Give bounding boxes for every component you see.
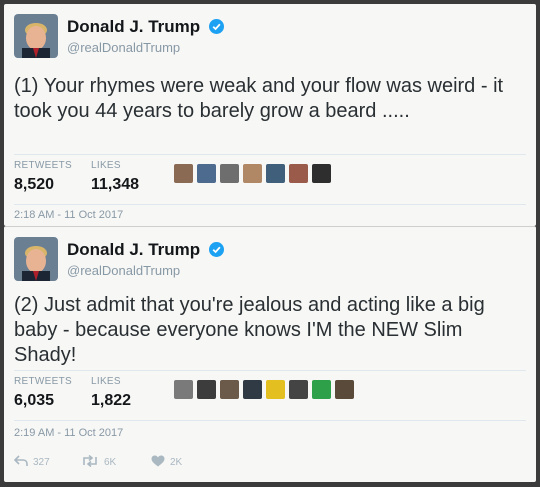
timestamp[interactable]: 2:18 AM - 11 Oct 2017 <box>14 209 123 221</box>
liker-avatar[interactable] <box>220 164 239 183</box>
avatar[interactable] <box>14 14 58 58</box>
liker-avatar[interactable] <box>312 164 331 183</box>
reply-icon <box>13 455 28 470</box>
retweets-value: 6,035 <box>14 392 55 409</box>
retweet-count[interactable]: RETWEETS 8,520 <box>14 160 72 194</box>
retweets-label: RETWEETS <box>14 376 72 387</box>
retweet-count[interactable]: RETWEETS 6,035 <box>14 376 72 410</box>
display-name-text: Donald J. Trump <box>67 240 201 259</box>
liker-avatar[interactable] <box>335 380 354 399</box>
tweet-1: Donald J. Trump @realDonaldTrump (1) You… <box>4 4 536 226</box>
liker-avatar[interactable] <box>197 380 216 399</box>
tweet-text: (2) Just admit that you're jealous and a… <box>14 294 485 366</box>
verified-badge-icon <box>208 19 224 39</box>
tweet-2: Donald J. Trump @realDonaldTrump (2) Jus… <box>4 226 536 482</box>
reply-count: 327 <box>33 457 50 468</box>
user-handle[interactable]: @realDonaldTrump <box>67 263 180 278</box>
liker-avatar[interactable] <box>289 164 308 183</box>
liker-avatar[interactable] <box>197 164 216 183</box>
retweet-action-count: 6K <box>104 457 117 468</box>
liker-avatar[interactable] <box>289 380 308 399</box>
likes-label: LIKES <box>91 160 121 171</box>
liker-avatars <box>174 380 358 399</box>
user-handle[interactable]: @realDonaldTrump <box>67 40 180 55</box>
liker-avatar[interactable] <box>243 164 262 183</box>
screenshot-frame: Donald J. Trump @realDonaldTrump (1) You… <box>0 0 540 487</box>
divider <box>14 204 526 205</box>
divider <box>14 420 526 421</box>
like-count[interactable]: LIKES 11,348 <box>91 160 139 194</box>
reply-button[interactable]: 327 <box>13 455 50 470</box>
divider <box>14 370 526 371</box>
heart-icon <box>151 455 165 470</box>
liker-avatar[interactable] <box>174 164 193 183</box>
tweet-text: (1) Your rhymes were weak and your flow … <box>14 75 504 122</box>
like-button[interactable]: 2K <box>151 455 182 470</box>
liker-avatars <box>174 164 335 183</box>
retweets-value: 8,520 <box>14 176 55 193</box>
retweet-icon <box>81 454 99 470</box>
liker-avatar[interactable] <box>174 380 193 399</box>
verified-badge-icon <box>208 242 224 262</box>
display-name[interactable]: Donald J. Trump <box>67 240 224 262</box>
like-count[interactable]: LIKES 1,822 <box>91 376 131 410</box>
divider <box>14 154 526 155</box>
liker-avatar[interactable] <box>220 380 239 399</box>
display-name-text: Donald J. Trump <box>67 17 201 36</box>
liker-avatar[interactable] <box>312 380 331 399</box>
likes-value: 1,822 <box>91 392 132 409</box>
liker-avatar[interactable] <box>266 164 285 183</box>
avatar[interactable] <box>14 237 58 281</box>
liker-avatar[interactable] <box>243 380 262 399</box>
likes-value: 11,348 <box>91 176 140 193</box>
liker-avatar[interactable] <box>266 380 285 399</box>
display-name[interactable]: Donald J. Trump <box>67 17 224 39</box>
likes-label: LIKES <box>91 376 121 387</box>
like-action-count: 2K <box>170 457 183 468</box>
retweets-label: RETWEETS <box>14 160 72 171</box>
tweet-stats: RETWEETS 6,035 LIKES 1,822 <box>14 372 529 422</box>
timestamp[interactable]: 2:19 AM - 11 Oct 2017 <box>14 427 123 439</box>
retweet-button[interactable]: 6K <box>81 454 117 470</box>
tweet-stats: RETWEETS 8,520 LIKES 11,348 <box>14 156 529 206</box>
